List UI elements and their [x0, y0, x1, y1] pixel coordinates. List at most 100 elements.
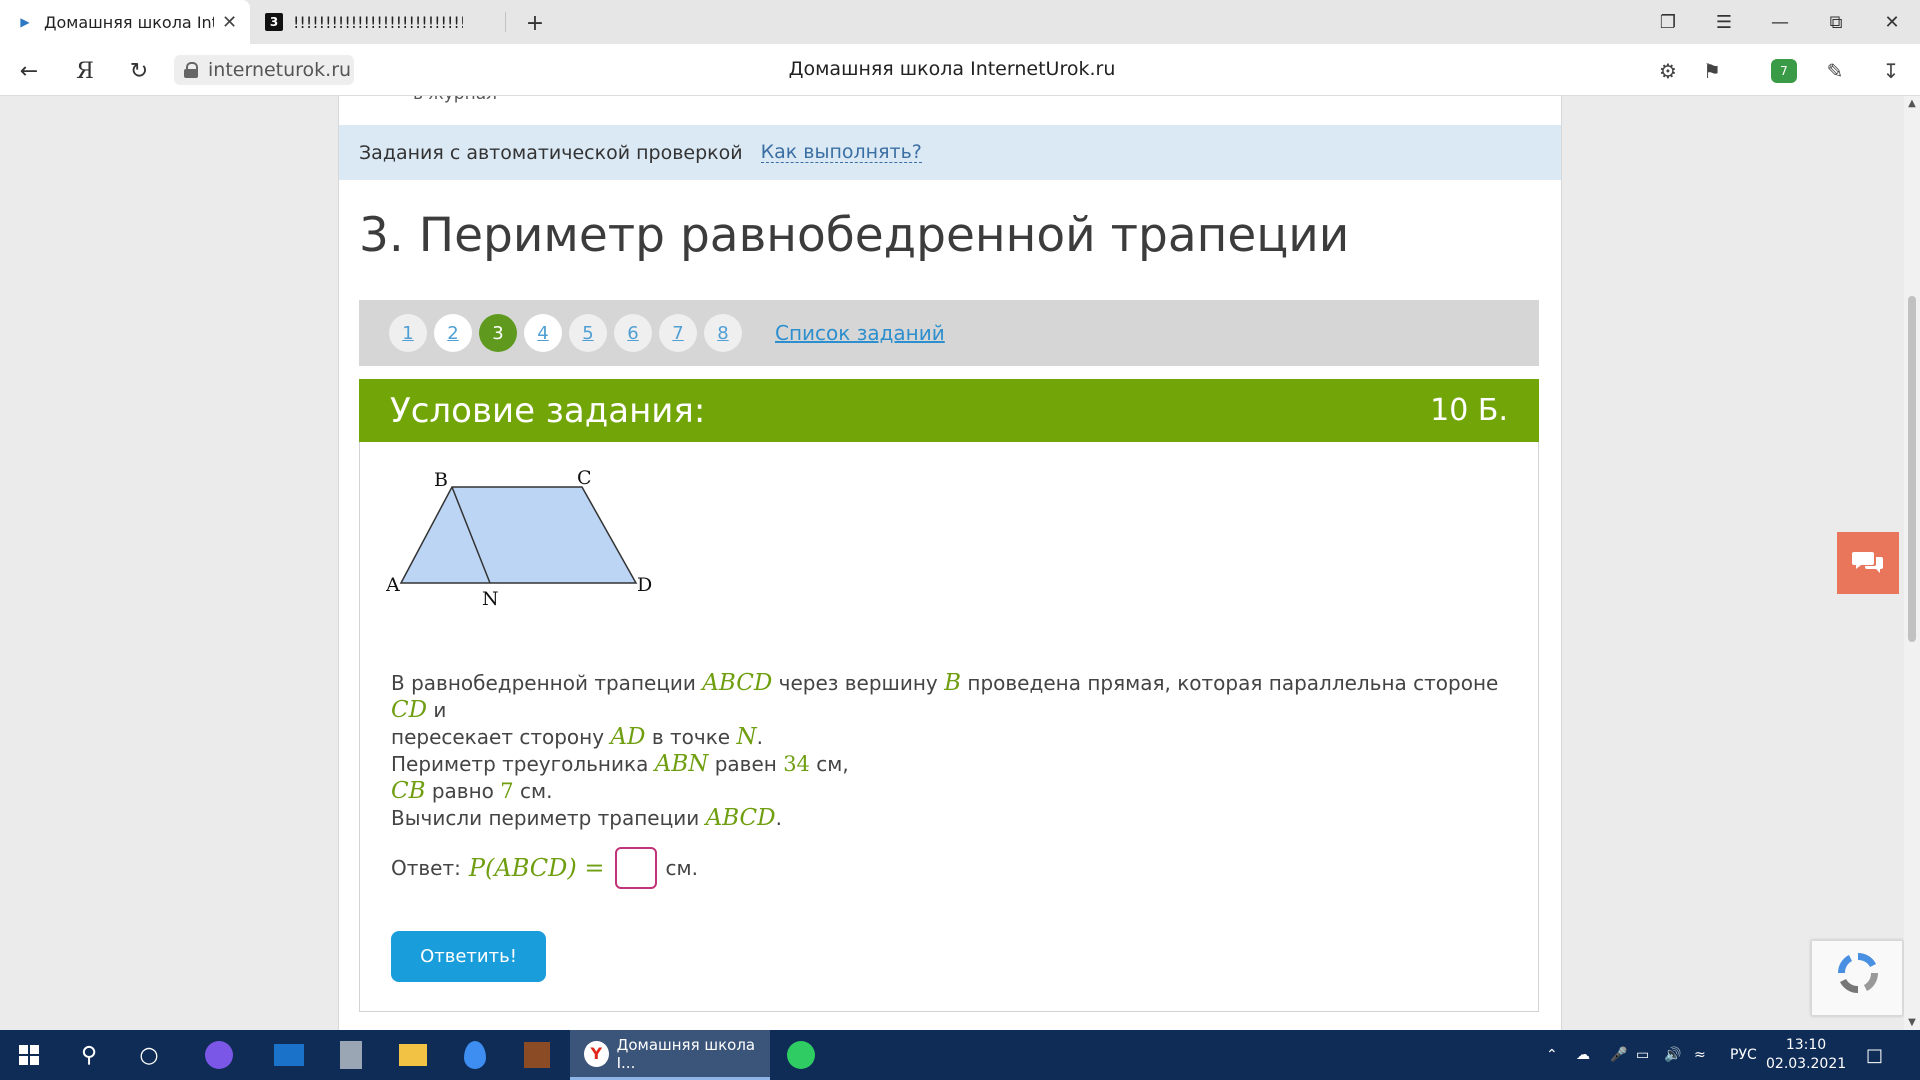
math-term: ABCD — [702, 670, 773, 696]
close-window-icon[interactable]: ✕ — [1864, 0, 1920, 44]
battery-icon[interactable]: ▭ — [1636, 1030, 1649, 1080]
restore-icon[interactable]: ⧉ — [1808, 0, 1864, 44]
answer-unit: см. — [665, 856, 698, 880]
answer-input[interactable] — [614, 847, 657, 889]
vertex-label-a: A — [386, 574, 400, 596]
page-viewport: в журнал Задания с автоматической провер… — [0, 96, 1904, 1030]
microphone-icon[interactable]: 🎤 — [1610, 1030, 1627, 1080]
tab-separator — [505, 12, 506, 32]
page-scrollbar[interactable]: ▲ ▼ — [1904, 96, 1920, 1030]
paint-drop-icon[interactable] — [446, 1030, 504, 1080]
problem-text-part: . — [756, 725, 763, 749]
page-link-6[interactable]: 6 — [614, 314, 652, 352]
site-3-icon: 3 — [265, 13, 283, 31]
task-view-icon[interactable]: ○ — [120, 1030, 178, 1080]
protect-icon[interactable]: ⚙ — [1653, 56, 1683, 86]
problem-text: В равнобедренной трапеции ABCD через вер… — [391, 670, 1521, 832]
extensions-icon[interactable]: ✎ — [1820, 56, 1850, 86]
problem-text-part: через вершину — [778, 671, 938, 695]
alice-icon[interactable] — [190, 1030, 248, 1080]
math-term: CB — [391, 778, 426, 804]
minimize-icon[interactable]: — — [1752, 0, 1808, 44]
notifications-icon[interactable]: □ — [1866, 1030, 1883, 1080]
task-pager: 1 2 3 4 5 6 7 8 Список заданий — [359, 300, 1539, 366]
wifi-icon[interactable]: ≈ — [1694, 1030, 1706, 1080]
file-explorer-icon[interactable] — [384, 1030, 442, 1080]
problem-text-part: см, — [816, 752, 849, 776]
scroll-down-icon[interactable]: ▼ — [1904, 1017, 1920, 1028]
recaptcha-icon — [1837, 952, 1879, 994]
play-icon: ▶ — [20, 15, 30, 29]
search-icon[interactable]: ⚲ — [60, 1030, 118, 1080]
vertex-label-c: C — [577, 468, 592, 489]
tray-chevron-icon[interactable]: ⌃ — [1546, 1030, 1558, 1080]
scroll-thumb[interactable] — [1908, 296, 1916, 642]
page-link-7[interactable]: 7 — [659, 314, 697, 352]
answer-label: Ответ: — [391, 856, 461, 880]
windows-start-icon[interactable] — [0, 1030, 58, 1080]
clock-time: 13:10 — [1785, 1037, 1827, 1053]
shield-icon[interactable]: 7 — [1771, 59, 1797, 83]
page-link-1[interactable]: 1 — [389, 314, 427, 352]
math-term: N — [736, 724, 757, 750]
auto-check-label: Задания с автоматической проверкой — [359, 141, 743, 164]
problem-text-part: В равнобедренной трапеции — [391, 671, 696, 695]
volume-icon[interactable]: 🔊 — [1664, 1030, 1681, 1080]
page-link-5[interactable]: 5 — [569, 314, 607, 352]
math-term: ABN — [654, 751, 709, 777]
problem-text-part: проведена прямая, которая параллельна ст… — [967, 671, 1499, 695]
math-number: 7 — [500, 779, 514, 803]
tab-inactive[interactable]: 3 !!!!!!!!!!!!!!!!!!!!!!!!!!!!!!!!!!!!!!… — [255, 0, 505, 44]
vertex-label-b: B — [434, 469, 448, 491]
mail-icon[interactable] — [260, 1030, 318, 1080]
menu-icon[interactable]: ☰ — [1696, 0, 1752, 44]
problem-text-part: и — [433, 698, 447, 722]
task-heading: 3. Периметр равнобедренной трапеции — [359, 208, 1350, 263]
whatsapp-icon[interactable] — [772, 1030, 830, 1080]
calculator-icon[interactable] — [322, 1030, 380, 1080]
submit-answer-button[interactable]: Ответить! — [391, 931, 546, 982]
problem-text-part: в точке — [651, 725, 731, 749]
chat-button[interactable] — [1837, 532, 1899, 594]
collections-icon[interactable]: ❐ — [1640, 0, 1696, 44]
task-list-link[interactable]: Список заданий — [775, 321, 945, 345]
onedrive-icon[interactable]: ☁ — [1576, 1030, 1590, 1080]
tab-close-icon[interactable]: ✕ — [222, 12, 237, 33]
download-icon[interactable]: ↧ — [1876, 56, 1906, 86]
tab-title: Домашняя школа InternetUrok.ru — [44, 12, 214, 32]
clock[interactable]: 13:10 02.03.2021 — [1766, 1036, 1846, 1074]
problem-text-part: равно — [431, 779, 494, 803]
problem-text-part: Периметр треугольника — [391, 752, 649, 776]
cut-off-text: в журнал — [413, 96, 497, 104]
windows-taskbar: ⚲ ○ Y Домашняя школа I... ⌃ ☁ 🎤 ▭ 🔊 ≈ РУ… — [0, 1030, 1920, 1080]
page-link-4[interactable]: 4 — [524, 314, 562, 352]
taskbar-browser-app[interactable]: Y Домашняя школа I... — [570, 1030, 770, 1080]
bookmark-icon[interactable]: ⚑ — [1697, 56, 1727, 86]
recaptcha-badge[interactable] — [1811, 940, 1903, 1016]
page-link-3[interactable]: 3 — [479, 314, 517, 352]
tab-active[interactable]: ▶ Домашняя школа InternetUrok.ru ✕ — [0, 0, 250, 44]
scroll-up-icon[interactable]: ▲ — [1904, 98, 1920, 109]
condition-header: Условие задания: 10 Б. — [359, 379, 1539, 442]
how-to-link[interactable]: Как выполнять? — [760, 142, 922, 163]
shield-badge: 7 — [1780, 64, 1788, 78]
answer-row: Ответ: P(ABCD) = см. — [391, 847, 698, 889]
chat-bubbles-icon — [1852, 552, 1883, 573]
answer-formula: P(ABCD) = — [468, 854, 605, 882]
clock-date: 02.03.2021 — [1766, 1056, 1847, 1072]
language-indicator[interactable]: РУС — [1730, 1030, 1757, 1080]
trapezoid-figure: A B C D N — [386, 468, 652, 610]
page-link-8[interactable]: 8 — [704, 314, 742, 352]
book-app-icon[interactable] — [508, 1030, 566, 1080]
auto-check-strip: Задания с автоматической проверкой Как в… — [339, 125, 1561, 180]
address-bar: ← Я ↻ interneturok.ru Домашняя школа Int… — [0, 44, 1920, 96]
problem-text-part: . — [775, 806, 782, 830]
problem-line-1: В равнобедренной трапеции ABCD через вер… — [391, 670, 1521, 724]
page-link-2[interactable]: 2 — [434, 314, 472, 352]
math-number: 34 — [783, 752, 810, 776]
new-tab-button[interactable]: + — [520, 8, 550, 38]
math-term: AD — [610, 724, 646, 750]
problem-line-3: Периметр треугольника ABN равен 34 см, — [391, 751, 1521, 778]
problem-line-2: пересекает сторону AD в точке N. — [391, 724, 1521, 751]
problem-text-part: см. — [520, 779, 553, 803]
